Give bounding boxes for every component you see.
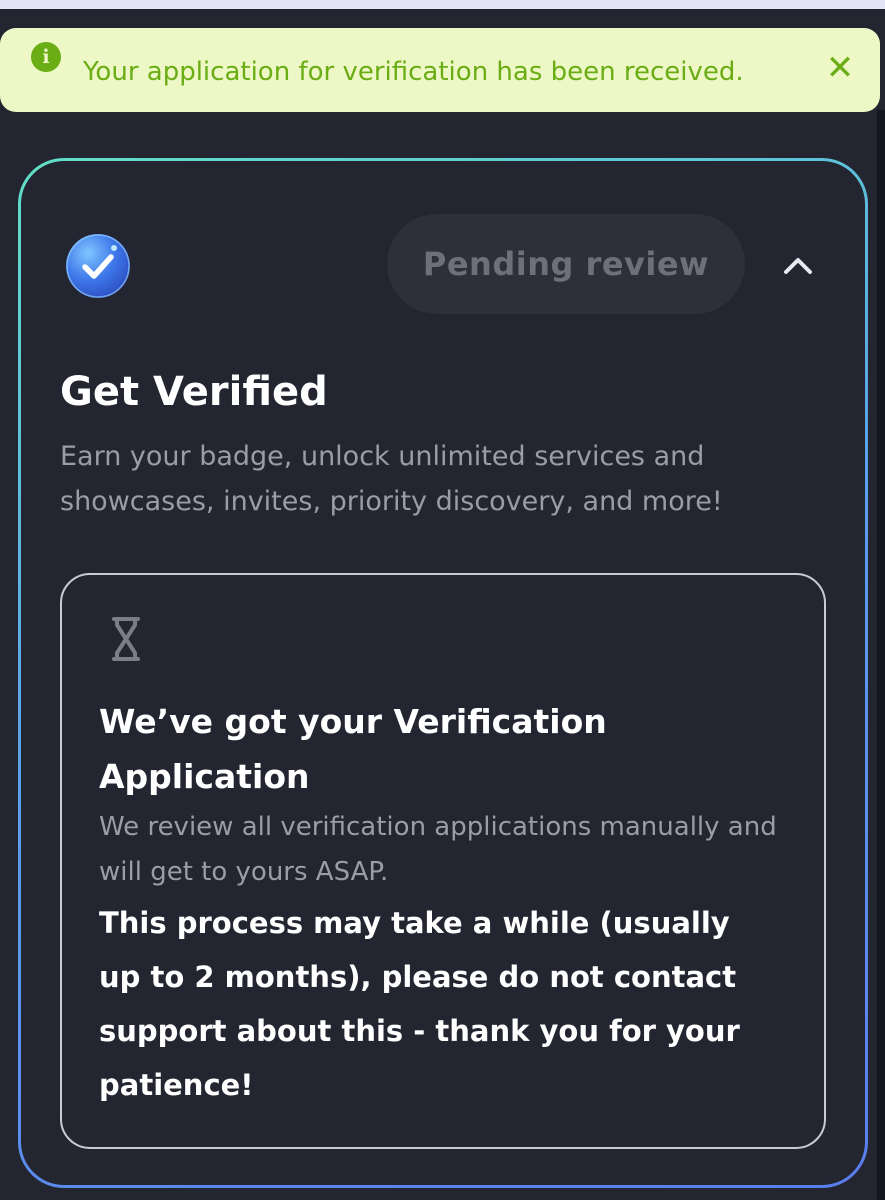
info-circle-icon: i xyxy=(31,42,61,72)
verification-card-body: Pending review Get Verified Earn your ba… xyxy=(21,161,865,1185)
notice-subtext: We review all verification applications … xyxy=(99,812,777,887)
card-title: Get Verified xyxy=(60,369,328,415)
card-description: Earn your badge, unlock unlimited servic… xyxy=(60,441,723,517)
status-badge: Pending review xyxy=(387,214,745,314)
application-notice: We’ve got your Verification Application … xyxy=(60,573,826,1149)
toast-close-button[interactable]: ✕ xyxy=(820,48,860,92)
notice-note: This process may take a while (usually u… xyxy=(99,906,740,1102)
top-strip xyxy=(0,0,885,9)
verification-card: Pending review Get Verified Earn your ba… xyxy=(18,158,868,1188)
hourglass-icon xyxy=(112,617,140,661)
verified-check-icon xyxy=(66,234,130,298)
chevron-up-icon[interactable] xyxy=(776,246,820,282)
toast-message: Your application for verification has be… xyxy=(83,57,744,87)
scrollbar-track[interactable] xyxy=(877,110,885,1200)
notice-title: We’ve got your Verification Application xyxy=(99,702,607,796)
